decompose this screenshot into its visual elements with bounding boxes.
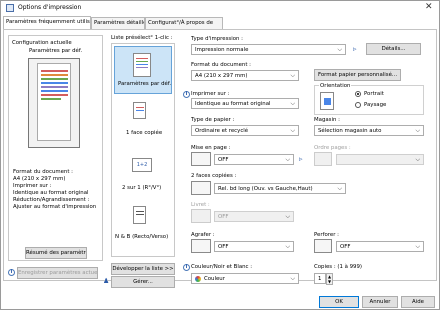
copies-input[interactable]: 1 [314,273,326,284]
print-type-select[interactable]: Impression normale ⌵ [191,44,346,55]
staple-label: Agrafer : [191,232,215,238]
orientation-group: Orientation Portrait Paysage [314,83,424,115]
page-preview [28,58,80,148]
manage-button[interactable]: Gérer... [111,276,175,288]
chevron-down-icon: ⌵ [290,127,295,134]
summary-line: Imprimer sur : [13,183,52,189]
chevron-down-icon: ⌵ [337,46,342,53]
expand-list-button[interactable]: Développer la liste >> [111,263,175,275]
layout-icon [191,152,211,166]
color-label: Couleur/Noir et Blanc : [191,264,253,270]
paper-type-select[interactable]: Ordinaire et recyclé ⌵ [191,125,299,136]
document-icon [133,206,146,224]
chevron-down-icon: ⌵ [290,72,295,79]
copies-stepper[interactable]: ▲ ▼ [326,273,333,285]
tab-config-about[interactable]: Configurat°/À propos de [145,17,223,29]
print-type-label: Type d'impression : [191,36,243,42]
preset-list: Paramètres par déf. 1 face copiée 1+2 2 … [111,43,175,257]
summary-line: Réduction/Agrandissement : [13,197,90,203]
print-options-window: Options d'impression ✕ Paramètres fréque… [0,0,440,310]
current-config-heading: Configuration actuelle [12,40,72,46]
booklet-select[interactable]: OFF ⌵ [214,211,294,222]
chevron-down-icon: ⌵ [415,243,420,250]
details-button[interactable]: Détails... [366,43,421,55]
window-title: Options d'impression [18,4,82,11]
page-order-select[interactable]: ⌵ [336,154,424,165]
arrow-right-icon: ▹ [299,155,303,163]
user-icon: ♟ [103,277,110,285]
landscape-label: Paysage [364,102,387,108]
paper-type-label: Type de papier : [191,117,235,123]
staple-select[interactable]: OFF ⌵ [214,241,294,252]
duplex-label: 2 faces copiées : [191,173,237,179]
layout-label: Mise en page : [191,145,231,151]
booklet-label: Livret : [191,202,210,208]
summary-line: Format du document : [13,169,73,175]
tray-select[interactable]: Sélection magasin auto ⌵ [314,125,424,136]
duplex-select[interactable]: Rel. bd long (Ouv. vs Gauche,Haut) ⌵ [214,183,346,194]
two-on-one-icon: 1+2 [132,158,152,172]
punch-icon [314,239,332,253]
preview-caption: Paramètres par déf. [29,48,83,54]
chevron-down-icon: ⌵ [285,243,290,250]
staple-icon [191,239,211,253]
doc-size-label: Format du document : [191,62,251,68]
portrait-radio[interactable] [355,91,361,97]
chevron-down-icon: ⌵ [290,275,295,282]
chevron-down-icon: ⌵ [337,185,342,192]
preset-item-two-on-one[interactable]: 2 sur 1 (R°/V°) [122,185,161,191]
preset-item-one-sided[interactable]: 1 face copiée [126,130,162,136]
portrait-label: Portrait [364,91,384,97]
preset-item-bw-duplex[interactable]: N & B (Recto/Verso) [115,234,168,240]
help-button[interactable]: Aide [401,296,435,308]
orientation-label: Orientation [319,83,352,89]
info-icon[interactable]: i [8,269,15,276]
punch-label: Perforer : [314,232,339,238]
summary-line: A4 (210 x 297 mm) [13,176,66,182]
duplex-icon [191,181,211,195]
tab-detailed-settings[interactable]: Paramètres détaillés [91,17,145,29]
current-config-panel: Configuration actuelle Paramètres par dé… [8,35,103,261]
chevron-down-icon: ⌵ [290,100,295,107]
page-order-label: Ordre pages : [314,145,351,151]
punch-select[interactable]: OFF ⌵ [336,241,424,252]
chevron-down-icon: ⌵ [415,127,420,134]
document-icon [133,53,151,77]
color-select[interactable]: Couleur ⌵ [191,273,299,284]
summary-line: Identique au format original [13,190,89,196]
tray-label: Magasin : [314,117,340,123]
document-icon [37,63,71,141]
summary-button[interactable]: Résumé des paramètres [25,247,87,259]
chevron-down-icon: ⌵ [285,156,290,163]
preset-list-heading: Liste présélect° 1-clic : [111,35,173,41]
chevron-down-icon: ⌵ [285,213,290,220]
info-icon[interactable]: i [183,91,190,98]
layout-select[interactable]: OFF ⌵ [214,154,294,165]
chevron-down-icon: ⌵ [415,156,420,163]
arrow-right-icon: ▹ [353,45,357,53]
info-icon[interactable]: i [183,264,190,271]
page-order-icon [314,152,332,166]
document-icon [133,102,146,119]
print-on-label: Imprimer sur : [191,91,230,97]
print-on-select[interactable]: Identique au format original ⌵ [191,98,299,109]
printer-icon [6,4,14,12]
preset-item-default[interactable]: Paramètres par déf. [114,46,172,94]
color-icon [195,276,201,282]
booklet-icon [191,209,211,223]
cancel-button[interactable]: Annuler [362,296,398,308]
summary-line: Ajuster au format d'impression [13,204,97,210]
tab-frequent-settings[interactable]: Paramètres fréquemment utilisés [3,16,91,30]
ok-button[interactable]: OK [319,296,359,308]
landscape-radio[interactable] [355,102,361,108]
doc-size-select[interactable]: A4 (210 x 297 mm) ⌵ [191,70,299,81]
title-bar: Options d'impression ✕ [1,1,439,15]
copies-label: Copies : (1 à 999) [314,264,363,270]
portrait-preview-icon [320,92,334,110]
preset-item-label: Paramètres par déf. [118,81,172,87]
save-settings-button[interactable]: Enregistrer paramètres actuels... [17,267,98,279]
custom-paper-size-button[interactable]: Format papier personnalisé... [314,69,401,81]
close-icon[interactable]: ✕ [425,2,433,12]
